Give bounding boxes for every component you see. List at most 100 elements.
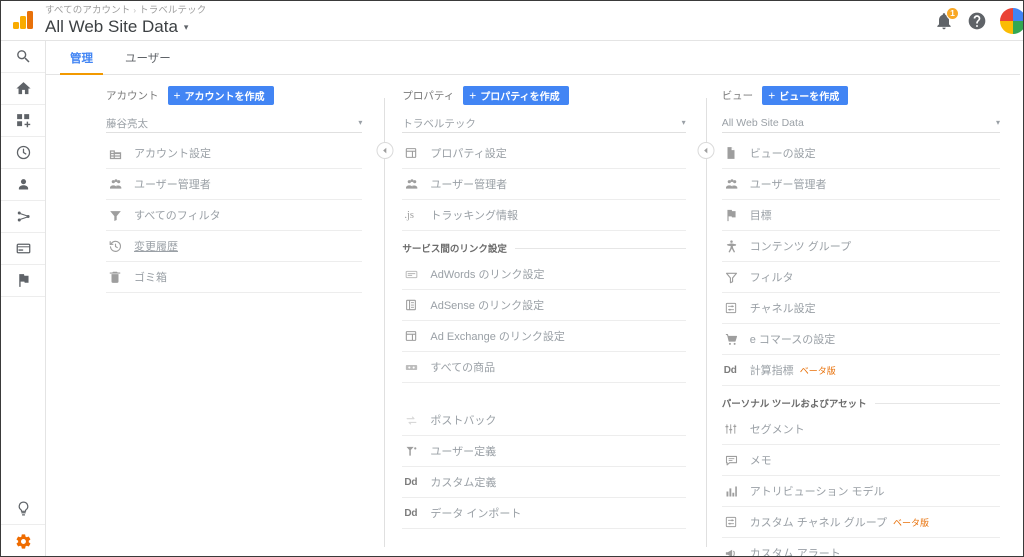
list-item[interactable]: ビューの設定 [721,138,1000,169]
people-icon [108,176,134,192]
breadcrumb: すべてのアカウント › トラベルテック [45,5,206,17]
megaphone-icon [724,546,750,556]
list-item-label: カスタム チャネル グループ [749,517,888,529]
bars-icon [724,484,750,499]
people-icon [404,176,430,192]
page-title-text: All Web Site Data [45,16,178,36]
cart-icon [724,332,750,347]
property-selected-value: トラベルテック [402,117,476,130]
breadcrumb-root[interactable]: すべてのアカウント [45,5,130,16]
list-item[interactable]: コンテンツ グループ [721,231,1000,262]
list-item[interactable]: プロパティ設定 [402,138,686,169]
acquisition-share-icon[interactable] [1,201,45,233]
list-item-label: メモ [749,455,772,467]
list-item[interactable]: メモ [721,445,1000,476]
beta-badge: ベータ版 [893,517,930,528]
adexchange-icon [404,329,430,343]
list-item[interactable]: AdWords のリンク設定 [402,259,686,290]
property-menu-list: プロパティ設定 ユーザー管理者 .js トラッキング情報 [402,138,686,231]
list-item[interactable]: カスタム チャネル グループ ベータ版 [721,507,1000,538]
view-section-title: パーソナル ツールおよびアセット [721,399,867,410]
list-item[interactable]: セグメント [721,414,1000,445]
chevron-down-icon: ▾ [995,118,1000,127]
view-selector[interactable]: All Web Site Data ▾ [721,114,1000,133]
view-personal-tools-list: セグメント メモ アトリビューション モデル カスタム チャネル グループ ベー… [721,414,1000,556]
create-property-button[interactable]: + プロパティを作成 [463,86,569,105]
list-item[interactable]: アトリビューション モデル [721,476,1000,507]
list-item-label: ユーザー管理者 [749,179,827,191]
userdef-icon [404,444,430,459]
list-item[interactable]: すべての商品 [402,352,686,383]
list-item[interactable]: フィルタ [721,262,1000,293]
list-item[interactable]: 変更履歴 [106,231,363,262]
realtime-clock-icon[interactable] [1,137,45,169]
notifications-button[interactable]: 1 [934,6,959,31]
list-item[interactable]: ユーザー定義 [402,436,686,467]
channel-icon [724,301,750,315]
view-column-header: ビュー + ビューを作成 [722,86,1000,105]
behavior-card-icon[interactable] [1,233,45,265]
list-item-label: すべてのフィルタ [134,210,221,222]
list-item[interactable]: すべてのフィルタ [106,200,363,231]
list-item[interactable]: ゴミ箱 [106,262,363,293]
flag-icon [724,208,750,223]
list-item[interactable]: アカウント設定 [106,138,363,169]
account-selector[interactable]: 藤谷亮太 ▾ [106,114,363,133]
list-item[interactable]: .js トラッキング情報 [402,200,686,231]
help-icon[interactable] [967,11,987,31]
chevron-down-icon: ▾ [681,118,686,127]
customization-icon[interactable] [1,105,45,137]
list-item[interactable]: e コマースの設定 [721,324,1000,355]
tab-admin[interactable]: 管理 [54,53,109,75]
app-header: すべてのアカウント › トラベルテック All Web Site Data ▾ 1 [1,1,1023,41]
history-icon [108,239,134,254]
list-item[interactable]: ユーザー管理者 [106,169,363,200]
adsense-icon [404,298,430,312]
conversions-flag-icon[interactable] [1,265,45,297]
admin-gear-icon[interactable] [1,525,45,556]
list-item[interactable]: Ad Exchange のリンク設定 [402,321,686,352]
vertical-scrollbar[interactable] [1020,41,1023,556]
list-item-label: ゴミ箱 [134,272,167,284]
list-item-label: 目標 [749,210,772,222]
list-item-label: コンテンツ グループ [749,241,852,253]
filter-icon [108,208,134,223]
list-item[interactable]: ユーザー管理者 [402,169,686,200]
list-item-label: セグメント [749,424,805,436]
avatar[interactable] [1000,7,1023,34]
view-heading: ビュー [721,90,754,102]
list-item-label: 計算指標 [749,365,794,377]
breadcrumb-current[interactable]: トラベルテック [139,5,206,16]
home-icon[interactable] [1,73,45,105]
property-selector[interactable]: トラベルテック ▾ [402,114,686,133]
list-item-label: Ad Exchange のリンク設定 [430,331,565,343]
list-item[interactable]: Dd 計算指標 ベータ版 [721,355,1000,386]
tab-users[interactable]: ユーザー [109,53,187,75]
plus-icon: + [768,88,776,102]
window-icon [404,146,430,160]
property-column: プロパティ + プロパティを作成 トラベルテック ▾ プロパティ設定 ユーザー管… [385,75,705,556]
list-item-label: カスタム定義 [430,477,497,489]
chevron-down-icon: ▾ [183,22,189,32]
dd-icon: Dd [723,364,737,376]
create-account-button[interactable]: + アカウントを作成 [167,86,274,105]
property-tail-list: ポストバック ユーザー定義 Dd カスタム定義 Dd データ インポート [402,405,686,529]
create-view-button[interactable]: + ビューを作成 [762,86,849,105]
list-item[interactable]: ユーザー管理者 [721,169,1000,200]
list-item[interactable]: カスタム アラート [722,538,1000,556]
list-item[interactable]: ポストバック [402,405,686,436]
list-item[interactable]: Dd データ インポート [402,498,686,529]
audience-person-icon[interactable] [1,169,45,201]
page-title[interactable]: All Web Site Data ▾ [45,17,206,37]
list-item[interactable]: Dd カスタム定義 [402,467,686,498]
admin-tabs: 管理 ユーザー [46,41,1023,75]
list-item-label: すべての商品 [430,362,496,374]
list-item[interactable]: AdSense のリンク設定 [402,290,686,321]
search-icon[interactable] [1,41,45,73]
list-item[interactable]: チャネル設定 [721,293,1000,324]
list-item[interactable]: 目標 [721,200,1000,231]
property-section-title: サービス間のリンク設定 [402,244,507,255]
view-menu-list: ビューの設定 ユーザー管理者 目標 コンテンツ グループ フィルタ チャネル設定… [721,138,1000,386]
account-heading: アカウント [106,90,159,102]
lightbulb-icon[interactable] [1,493,45,525]
